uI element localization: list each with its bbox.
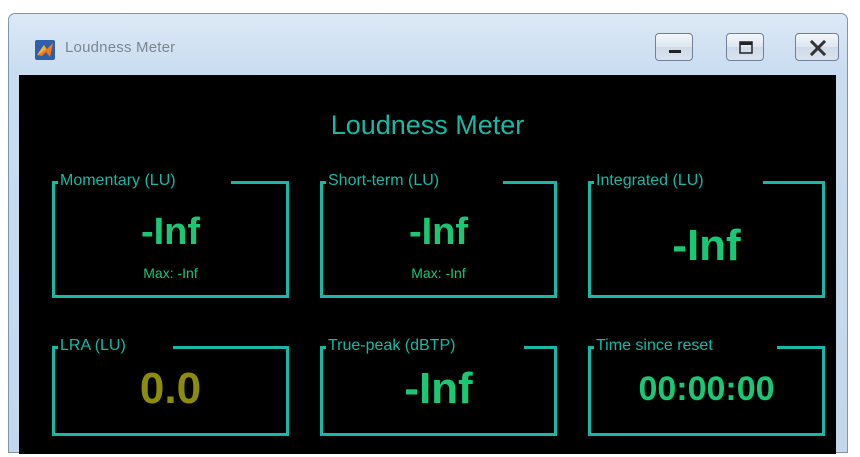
panel-label: LRA (LU) (60, 337, 126, 354)
minimize-button[interactable] (655, 33, 693, 61)
short-term-value: -Inf (408, 211, 469, 253)
panel-label: Short-term (LU) (328, 172, 440, 189)
app-window: Loudness Meter Loudness Meter Momentary … (8, 13, 848, 454)
matlab-icon (35, 40, 55, 60)
panel-label: Integrated (LU) (596, 172, 704, 189)
meter-display: Loudness Meter Momentary (LU) -Inf Max: … (19, 75, 836, 454)
momentary-value: -Inf (140, 211, 201, 253)
true-peak-value: -Inf (404, 364, 473, 413)
panel-label: Momentary (LU) (60, 172, 176, 189)
time-since-reset-panel: Time since reset 00:00:00 (588, 337, 825, 436)
page: Loudness Meter Loudness Meter Momentary … (0, 0, 860, 457)
lra-panel: LRA (LU) 0.0 (52, 337, 289, 436)
true-peak-panel: True-peak (dBTP) -Inf (320, 337, 557, 436)
momentary-panel: Momentary (LU) -Inf Max: -Inf (52, 172, 289, 298)
close-icon (809, 39, 827, 57)
maximize-icon (739, 41, 753, 54)
momentary-max: Max: -Inf (143, 265, 198, 281)
time-since-reset-value: 00:00:00 (638, 370, 775, 408)
title-bar[interactable]: Loudness Meter (9, 14, 847, 74)
lra-value: 0.0 (139, 364, 202, 413)
maximize-button[interactable] (726, 33, 764, 61)
close-button[interactable] (795, 33, 839, 61)
integrated-value: -Inf (672, 221, 741, 270)
panel-label: True-peak (dBTP) (328, 337, 456, 354)
integrated-panel: Integrated (LU) -Inf (588, 172, 825, 298)
meter-title: Loudness Meter (330, 110, 525, 140)
short-term-panel: Short-term (LU) -Inf Max: -Inf (320, 172, 557, 298)
short-term-max: Max: -Inf (411, 265, 466, 281)
panel-label: Time since reset (596, 337, 713, 354)
minimize-icon (669, 50, 681, 53)
window-title: Loudness Meter (65, 39, 176, 56)
